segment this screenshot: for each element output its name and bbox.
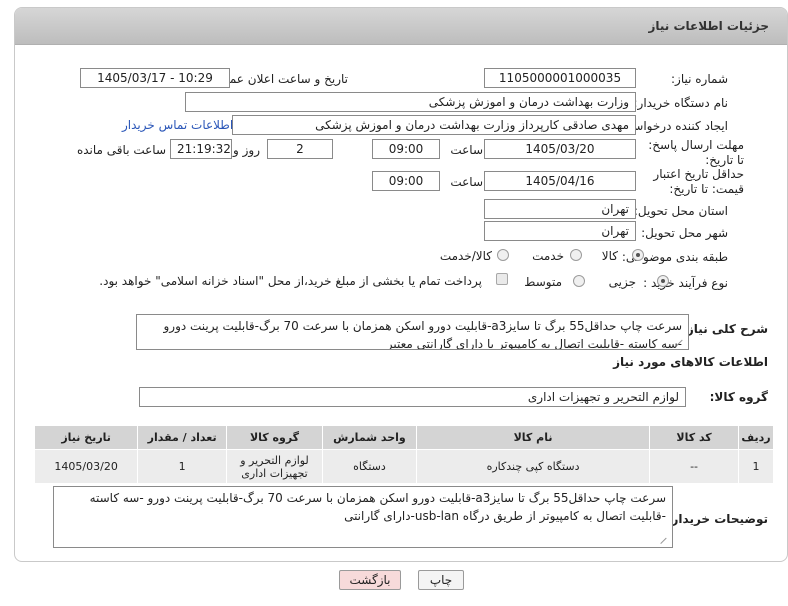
- creator-field: مهدی صادقی کارپرداز وزارت بهداشت درمان و…: [232, 115, 636, 135]
- province-label: استان محل تحویل:: [633, 204, 728, 218]
- price-validity-time-field: 09:00: [372, 171, 440, 191]
- buyer-org-label: نام دستگاه خریدار:: [633, 96, 729, 110]
- category-option-goods-service: کالا/خدمت: [439, 249, 492, 263]
- category-radio-goods[interactable]: [632, 249, 644, 261]
- panel-title: جزئیات اطلاعات نیاز: [648, 19, 769, 33]
- category-option-goods: کالا: [601, 249, 618, 263]
- description-textarea[interactable]: سرعت چاپ حداقل55 برگ تا سایزa3-قابلیت دو…: [136, 314, 689, 350]
- need-number-field: 1105000001000035: [484, 68, 636, 88]
- treasury-checkbox[interactable]: [496, 273, 508, 285]
- category-option-service: خدمت: [532, 249, 564, 263]
- contact-buyer-link[interactable]: اطلاعات تماس خریدار: [122, 118, 233, 132]
- process-radio-medium[interactable]: [573, 275, 585, 287]
- cell-row: 1: [737, 449, 775, 484]
- resize-handle[interactable]: [677, 338, 685, 346]
- process-option-medium: متوسط: [524, 275, 562, 289]
- days-field: 2: [267, 139, 333, 159]
- deadline-label: مهلت ارسال پاسخ: تا تاریخ:: [648, 138, 744, 167]
- resize-handle[interactable]: [661, 536, 669, 544]
- remaining-time-field: 21:19:32: [170, 139, 232, 159]
- th-quantity: تعداد / مقدار: [137, 425, 228, 450]
- category-radio-goods-service[interactable]: [497, 249, 509, 261]
- buyer-notes-label: توضیحات خریدار:: [666, 512, 768, 526]
- th-group: گروه کالا: [226, 425, 323, 450]
- goods-section-title: اطلاعات کالاهای مورد نیاز: [613, 355, 768, 369]
- category-radio-service[interactable]: [570, 249, 582, 261]
- announce-field: 1405/03/17 - 10:29: [80, 68, 230, 88]
- description-label: شرح کلی نیاز:: [682, 322, 768, 336]
- th-name: نام کالا: [415, 425, 651, 450]
- table-header-row: ردیف کد کالا نام کالا واحد شمارش گروه کا…: [33, 425, 775, 450]
- cell-quantity: 1: [137, 449, 228, 484]
- back-button[interactable]: بازگشت: [339, 570, 401, 590]
- cell-group: لوازم التحریر و تجهیزات اداری: [226, 449, 323, 484]
- remaining-label: ساعت باقی مانده: [76, 143, 166, 157]
- process-label: نوع فرآیند خرید :: [643, 276, 728, 290]
- process-radio-minor[interactable]: [657, 275, 669, 287]
- process-option-minor: جزیی: [608, 275, 636, 289]
- city-field: تهران: [484, 221, 636, 241]
- days-label: روز و: [233, 143, 260, 157]
- th-unit: واحد شمارش: [322, 425, 417, 450]
- goods-group-field: لوازم التحریر و تجهیزات اداری: [139, 387, 686, 407]
- goods-group-label: گروه کالا:: [709, 390, 768, 404]
- deadline-time-label: ساعت: [450, 143, 483, 157]
- print-button[interactable]: چاپ: [418, 570, 464, 590]
- th-date: تاریخ نیاز: [33, 425, 139, 450]
- buyer-org-field: وزارت بهداشت درمان و اموزش پزشکی: [185, 92, 636, 112]
- cell-unit: دستگاه: [322, 449, 417, 484]
- items-table: ردیف کد کالا نام کالا واحد شمارش گروه کا…: [33, 425, 775, 484]
- price-validity-label: حداقل تاریخ اعتبار قیمت: تا تاریخ:: [653, 167, 744, 196]
- treasury-note: پرداخت تمام یا بخشی از مبلغ خرید،از محل …: [99, 274, 482, 288]
- need-number-label: شماره نیاز:: [671, 72, 728, 86]
- panel-header: جزئیات اطلاعات نیاز: [15, 8, 787, 45]
- th-code: کد کالا: [649, 425, 739, 450]
- th-row: ردیف: [737, 425, 775, 450]
- province-field: تهران: [484, 199, 636, 219]
- deadline-date-field: 1405/03/20: [484, 139, 636, 159]
- table-row: 1 -- دستگاه کپی چندکاره دستگاه لوازم الت…: [33, 449, 775, 484]
- cell-date: 1405/03/20: [33, 449, 139, 484]
- buyer-notes-text: سرعت چاپ حداقل55 برگ تا سایزa3-قابلیت دو…: [89, 491, 666, 523]
- description-text: سرعت چاپ حداقل55 برگ تا سایزa3-قابلیت دو…: [163, 319, 682, 350]
- price-validity-date-field: 1405/04/16: [484, 171, 636, 191]
- price-validity-time-label: ساعت: [450, 175, 483, 189]
- cell-name: دستگاه کپی چندکاره: [415, 449, 651, 484]
- deadline-time-field: 09:00: [372, 139, 440, 159]
- buyer-notes-textarea[interactable]: سرعت چاپ حداقل55 برگ تا سایزa3-قابلیت دو…: [53, 486, 673, 548]
- cell-code: --: [649, 449, 739, 484]
- city-label: شهر محل تحویل:: [641, 226, 728, 240]
